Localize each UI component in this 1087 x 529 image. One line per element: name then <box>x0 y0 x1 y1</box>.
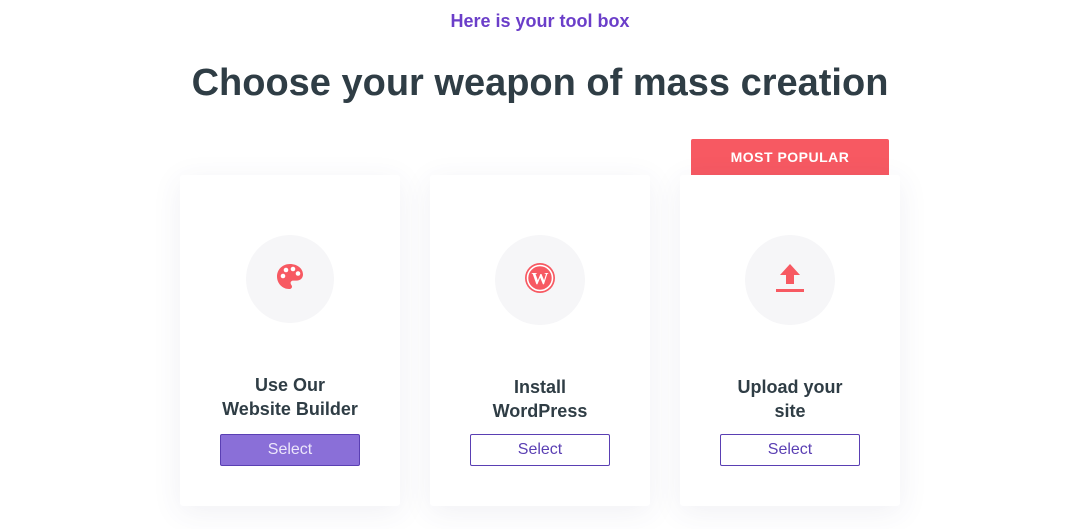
card-title-line1: Install <box>513 377 566 397</box>
upload-icon <box>773 261 807 300</box>
select-upload-site-button[interactable]: Select <box>720 434 860 466</box>
page-title: Choose your weapon of mass creation <box>191 62 889 104</box>
tool-card-website-builder: Use Our Website Builder Select <box>180 175 400 506</box>
most-popular-badge: MOST POPULAR <box>691 139 889 175</box>
card-title-line2: WordPress <box>492 401 588 421</box>
section-eyebrow: Here is your tool box <box>450 11 630 31</box>
card-title: Upload your site <box>680 375 900 423</box>
card-title-line1: Upload your <box>737 377 843 397</box>
select-website-builder-button[interactable]: Select <box>220 434 360 466</box>
card-title-line2: Website Builder <box>222 399 358 419</box>
card-title: Use Our Website Builder <box>180 373 400 421</box>
svg-text:W: W <box>532 269 549 288</box>
tool-card-wordpress: W Install WordPress Select <box>430 175 650 506</box>
wordpress-icon: W <box>524 262 556 299</box>
palette-icon <box>275 262 305 297</box>
select-wordpress-button[interactable]: Select <box>470 434 610 466</box>
icon-circle <box>745 235 835 325</box>
card-title-line1: Use Our <box>254 375 326 395</box>
icon-circle <box>246 235 334 323</box>
card-title: Install WordPress <box>430 375 650 423</box>
tool-card-upload-site: Upload your site Select <box>680 175 900 506</box>
icon-circle: W <box>495 235 585 325</box>
card-title-line2: site <box>774 401 806 421</box>
